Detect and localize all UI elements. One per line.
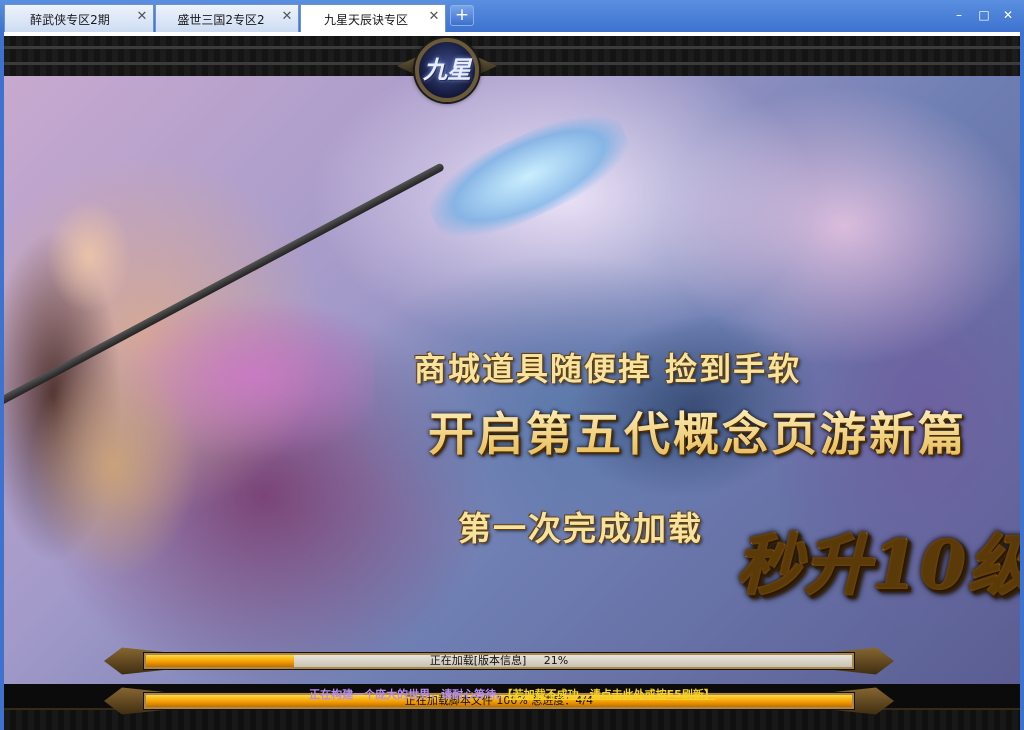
tab-label: 九星天辰诀专区 xyxy=(323,13,408,27)
progress-track: 正在加载[版本信息] 21% xyxy=(144,653,854,669)
game-loading-screen: 九星 商城道具随便掉 捡到手软 开启第五代概念页游新篇 第一次完成加载 秒升10… xyxy=(4,36,1020,730)
close-tab-icon[interactable]: ✕ xyxy=(428,10,440,23)
tab-label: 盛世三国2专区2 xyxy=(177,13,265,27)
title-bar: 醉武侠专区2期 ✕ 盛世三国2专区2 ✕ 九星天辰诀专区 ✕ + – □ ✕ xyxy=(0,0,1024,32)
warrior-heroine-art xyxy=(4,136,374,696)
loading-status: 正在构建一个庞大的世界，请耐心等待。【若加载不成功，请点击此处或按F5刷新】 xyxy=(4,686,1020,702)
close-tab-icon[interactable]: ✕ xyxy=(136,10,148,23)
tab-jiuxing[interactable]: 九星天辰诀专区 ✕ xyxy=(300,4,446,32)
banner-line-3: 第一次完成加载 xyxy=(458,509,703,548)
top-decor-band xyxy=(4,36,1020,78)
banner-line-2: 开启第五代概念页游新篇 xyxy=(428,398,967,464)
maximize-button[interactable]: □ xyxy=(977,8,991,22)
reload-link[interactable]: 【若加载不成功，请点击此处或按F5刷新】 xyxy=(507,688,715,701)
window-frame-right xyxy=(1020,32,1024,730)
status-message: 正在构建一个庞大的世界，请耐心等待。 xyxy=(309,688,508,701)
close-tab-icon[interactable]: ✕ xyxy=(281,10,293,23)
spear-blade-glow-art xyxy=(416,95,642,257)
tab-label: 醉武侠专区2期 xyxy=(30,13,110,27)
game-logo: 九星 xyxy=(397,36,497,110)
progress-label: 正在加载[版本信息] 21% xyxy=(429,654,569,667)
version-progress-bar: 正在加载[版本信息] 21% xyxy=(104,646,894,676)
logo-text: 九星 xyxy=(423,55,471,84)
tab-shengshisanguo[interactable]: 盛世三国2专区2 ✕ xyxy=(155,4,299,32)
minimize-button[interactable]: – xyxy=(952,8,966,22)
tab-zuiwuxia[interactable]: 醉武侠专区2期 ✕ xyxy=(4,4,154,32)
banner-line-1: 商城道具随便掉 捡到手软 xyxy=(414,350,802,388)
banner-line-4: 秒升10级 xyxy=(736,512,1020,608)
close-window-button[interactable]: ✕ xyxy=(1001,8,1015,22)
new-tab-button[interactable]: + xyxy=(450,5,474,26)
